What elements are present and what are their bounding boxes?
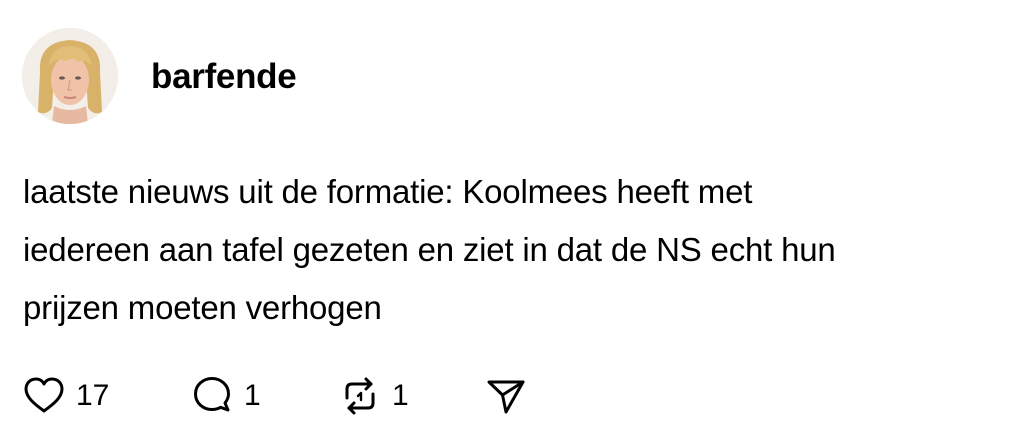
post-actions: 17 1 1 <box>22 372 582 420</box>
comment-bubble-icon <box>194 377 230 412</box>
avatar[interactable] <box>22 28 118 124</box>
repost-button[interactable]: 1 <box>338 372 409 420</box>
repost-count: 1 <box>392 379 409 412</box>
like-count: 17 <box>76 379 110 412</box>
heart-icon <box>24 377 64 413</box>
profile-photo-icon <box>22 28 118 124</box>
repost-icon <box>345 377 375 415</box>
send-icon <box>487 380 525 414</box>
like-button[interactable]: 17 <box>22 372 109 420</box>
share-button[interactable] <box>484 372 528 420</box>
username[interactable]: barfende <box>151 54 297 100</box>
reply-button[interactable]: 1 <box>190 372 261 420</box>
post-text: laatste nieuws uit de formatie: Koolmees… <box>23 173 836 326</box>
thread-post: barfende laatste nieuws uit de formatie:… <box>0 0 1024 437</box>
reply-count: 1 <box>244 379 261 412</box>
